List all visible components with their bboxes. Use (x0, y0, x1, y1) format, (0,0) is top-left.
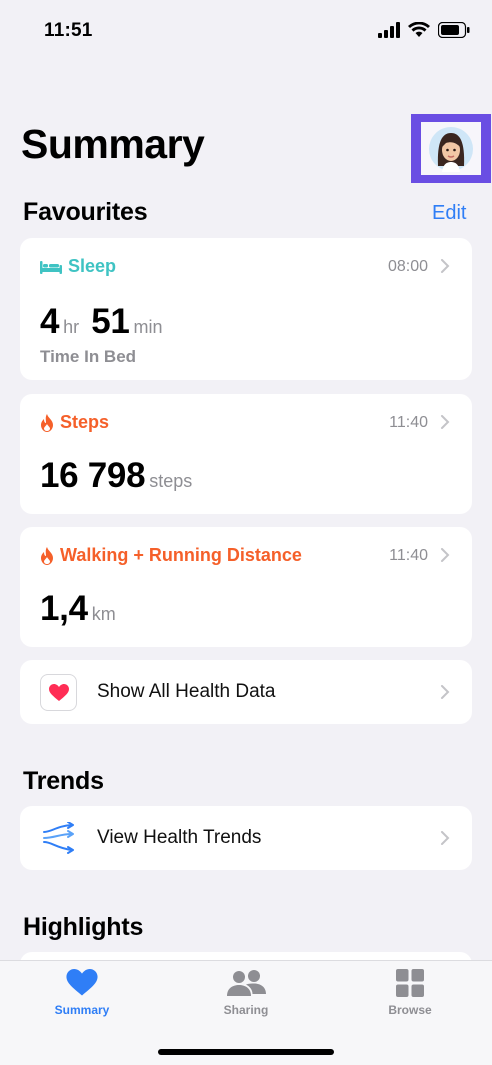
trends-arrows-icon (43, 822, 74, 854)
tab-summary-label: Summary (54, 1003, 110, 1017)
status-time: 11:51 (44, 20, 93, 41)
tab-summary[interactable]: Summary (22, 969, 142, 1017)
favourites-heading: Favourites (23, 198, 148, 226)
show-all-health-data-button[interactable]: Show All Health Data (20, 660, 472, 724)
avatar (421, 122, 481, 175)
sleep-minutes-unit: min (133, 317, 163, 337)
sleep-card-header: Sleep (40, 256, 116, 277)
sleep-hours-unit: hr (63, 317, 80, 337)
tab-browse[interactable]: Browse (350, 969, 470, 1017)
view-health-trends-label: View Health Trends (97, 827, 262, 848)
distance-unit: km (91, 604, 116, 624)
steps-value: 16 798 (40, 456, 146, 495)
sleep-hours-value: 4 (40, 302, 60, 341)
chevron-right-icon (441, 259, 450, 273)
sleep-minutes-value: 51 (91, 302, 130, 341)
highlights-heading: Highlights (23, 913, 144, 941)
grid-icon (396, 969, 424, 997)
sleep-card[interactable]: Sleep 08:00 4 hr 51 min Time In Bed (20, 238, 472, 380)
steps-card[interactable]: Steps 11:40 16 798 steps (20, 394, 472, 514)
distance-time: 11:40 (389, 547, 428, 564)
steps-time: 11:40 (389, 414, 428, 431)
wifi-icon (408, 22, 430, 37)
steps-value-row: 16 798 steps (40, 456, 192, 496)
show-all-health-data-label: Show All Health Data (97, 681, 276, 702)
sleep-label: Sleep (68, 256, 117, 276)
heart-icon (66, 969, 98, 996)
steps-label: Steps (60, 412, 110, 432)
walking-running-distance-card[interactable]: Walking + Running Distance 11:40 1,4 km (20, 527, 472, 647)
flame-icon (41, 413, 53, 432)
status-bar: 11:51 (0, 0, 492, 62)
view-health-trends-button[interactable]: View Health Trends (20, 806, 472, 870)
distance-value: 1,4 (40, 589, 88, 628)
chevron-right-icon (441, 831, 450, 845)
tab-sharing[interactable]: Sharing (186, 969, 306, 1017)
tab-browse-label: Browse (388, 1003, 432, 1017)
sleep-value: 4 hr 51 min (40, 302, 163, 342)
distance-label: Walking + Running Distance (60, 545, 302, 565)
flame-icon (41, 546, 53, 565)
heart-icon (48, 683, 69, 701)
chevron-right-icon (441, 415, 450, 429)
steps-unit: steps (149, 471, 193, 491)
cellular-signal-icon (378, 22, 400, 38)
home-indicator[interactable] (158, 1049, 334, 1055)
chevron-right-icon (441, 685, 450, 699)
health-summary-screen: 11:51 Summary Favourites Edit Sleep 08:0… (0, 0, 492, 1065)
edit-favourites-button[interactable]: Edit (432, 202, 466, 225)
distance-value-row: 1,4 km (40, 589, 116, 629)
bed-icon (40, 260, 62, 274)
tab-sharing-label: Sharing (223, 1003, 269, 1017)
people-icon (227, 970, 266, 996)
chevron-right-icon (441, 548, 450, 562)
sleep-time: 08:00 (387, 258, 428, 275)
health-app-icon-tile (40, 674, 77, 711)
distance-card-header: Walking + Running Distance (40, 545, 302, 566)
profile-avatar-button[interactable] (411, 114, 491, 183)
avatar-memoji-icon (429, 126, 473, 172)
trends-heading: Trends (23, 767, 104, 795)
sleep-sub-label: Time In Bed (40, 347, 137, 366)
page-title: Summary (21, 121, 205, 167)
battery-icon (438, 22, 470, 38)
steps-card-header: Steps (40, 412, 109, 433)
status-icons (378, 22, 470, 38)
